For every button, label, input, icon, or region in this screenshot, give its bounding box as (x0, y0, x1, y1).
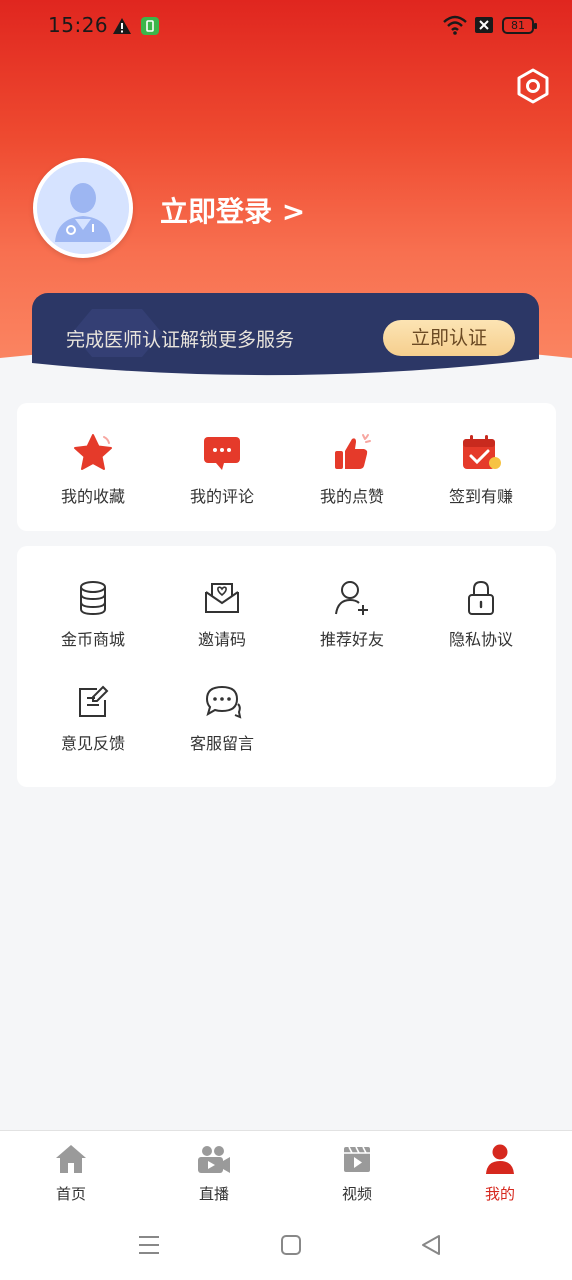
services-card: 金币商城 邀请码 推荐好友 隐私协议 意见反馈 客服留言 (17, 546, 556, 787)
thumbs-up-icon (335, 434, 371, 469)
doctor-avatar-icon (37, 162, 129, 254)
envelope-heart-icon (205, 583, 239, 613)
checkin-item[interactable]: 签到有赚 (416, 431, 546, 507)
edit-icon (79, 685, 109, 717)
lock-icon (468, 580, 494, 615)
app-notification-icon (141, 17, 159, 35)
invite-code-label: 邀请码 (197, 630, 246, 649)
comments-label: 我的评论 (189, 487, 254, 506)
coin-mall-item[interactable]: 金币商城 (28, 578, 158, 650)
comment-icon (204, 437, 240, 470)
wifi-icon (443, 15, 467, 35)
add-user-icon (335, 581, 368, 615)
comments-item[interactable]: 我的评论 (157, 431, 287, 507)
tab-video[interactable]: 视频 (307, 1143, 407, 1204)
certify-button[interactable]: 立即认证 (383, 320, 515, 356)
login-link[interactable]: 立即登录 > (160, 190, 305, 230)
video-camera-icon (198, 1146, 230, 1173)
no-sim-icon (475, 17, 493, 33)
battery-icon: 81 (502, 17, 537, 34)
privacy-policy-label: 隐私协议 (448, 630, 513, 649)
calendar-check-icon (463, 435, 501, 469)
status-bar: 15:26 81 (0, 0, 572, 52)
tab-home-label: 首页 (55, 1185, 86, 1203)
feedback-item[interactable]: 意见反馈 (28, 682, 158, 754)
checkin-label: 签到有赚 (448, 487, 513, 506)
tab-live-label: 直播 (198, 1185, 229, 1203)
tab-mine[interactable]: 我的 (450, 1143, 550, 1204)
warning-icon (113, 18, 131, 34)
favorites-item[interactable]: 我的收藏 (28, 431, 158, 507)
certification-banner: 完成医师认证解锁更多服务 立即认证 (32, 293, 539, 385)
user-icon (486, 1144, 514, 1174)
settings-icon[interactable] (514, 67, 552, 105)
customer-service-item[interactable]: 客服留言 (157, 682, 287, 754)
avatar[interactable] (33, 158, 133, 258)
tab-live[interactable]: 直播 (164, 1143, 264, 1204)
back-icon[interactable] (420, 1234, 442, 1256)
bottom-tab-bar: 首页 直播 视频 我的 (0, 1130, 572, 1215)
star-icon (74, 434, 112, 470)
privacy-policy-item[interactable]: 隐私协议 (416, 578, 546, 650)
favorites-label: 我的收藏 (60, 487, 125, 506)
tab-video-label: 视频 (341, 1185, 372, 1203)
customer-service-label: 客服留言 (189, 734, 254, 753)
video-icon (344, 1146, 370, 1172)
coins-icon (80, 581, 106, 616)
coin-mall-label: 金币商城 (60, 630, 125, 649)
recommend-friend-label: 推荐好友 (319, 630, 384, 649)
tab-home[interactable]: 首页 (21, 1143, 121, 1204)
menu-icon[interactable] (138, 1234, 160, 1256)
chat-icon (205, 685, 242, 719)
feedback-label: 意见反馈 (60, 734, 125, 753)
quick-actions-card: 我的收藏 我的评论 我的点赞 签到有赚 (17, 403, 556, 531)
home-button-icon[interactable] (280, 1234, 302, 1256)
home-icon (56, 1145, 86, 1173)
likes-label: 我的点赞 (319, 487, 384, 506)
invite-code-item[interactable]: 邀请码 (157, 578, 287, 650)
certification-text: 完成医师认证解锁更多服务 (66, 329, 295, 351)
likes-item[interactable]: 我的点赞 (287, 431, 417, 507)
tab-mine-label: 我的 (484, 1185, 515, 1203)
system-nav-bar (0, 1214, 572, 1280)
recommend-friend-item[interactable]: 推荐好友 (287, 578, 417, 650)
status-time: 15:26 (48, 13, 109, 37)
